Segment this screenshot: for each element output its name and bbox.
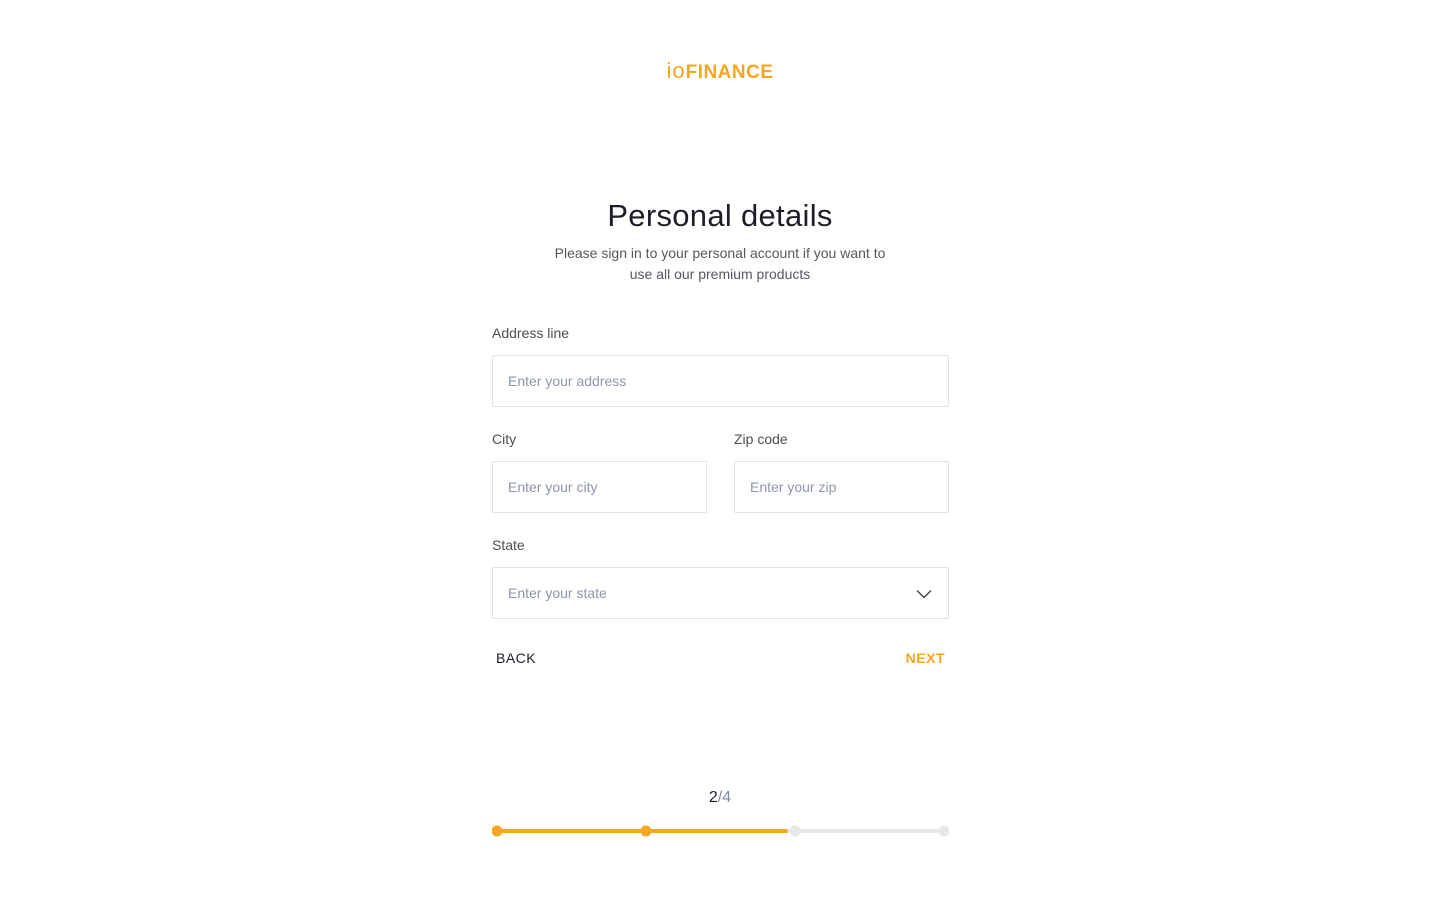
progress-step-dot <box>640 825 652 837</box>
address-label: Address line <box>492 325 570 341</box>
address-input[interactable] <box>508 373 933 389</box>
progress-bar <box>492 825 949 837</box>
city-group: City <box>492 429 707 513</box>
personal-details-form: Address line City Zip code State <box>492 323 949 641</box>
zip-group: Zip code <box>734 429 949 513</box>
progress-step-dot <box>492 825 503 837</box>
state-group: State <box>492 535 949 619</box>
form-actions: BACK NEXT <box>492 648 949 668</box>
progress-step-dot <box>789 825 801 837</box>
progress-step-dot <box>938 825 949 837</box>
state-label: State <box>492 537 525 553</box>
back-button[interactable]: BACK <box>492 648 540 668</box>
logo-suffix: FINANCE <box>685 62 774 83</box>
city-field <box>492 461 707 513</box>
city-input[interactable] <box>508 479 691 495</box>
address-group: Address line <box>492 323 949 407</box>
page-title: Personal details <box>607 198 833 233</box>
step-total: 4 <box>722 789 732 806</box>
logo: ioFINANCE <box>0 58 1440 84</box>
state-input[interactable] <box>508 585 933 601</box>
next-button[interactable]: NEXT <box>902 648 949 668</box>
chevron-down-icon[interactable] <box>916 586 932 602</box>
city-label: City <box>492 431 517 447</box>
zip-field <box>734 461 949 513</box>
zip-label: Zip code <box>734 431 788 447</box>
state-select[interactable] <box>492 567 949 619</box>
page: ioFINANCE Personal details Please sign i… <box>0 0 1440 900</box>
address-field <box>492 355 949 407</box>
step-current: 2 <box>708 789 718 806</box>
step-counter: 2/4 <box>0 789 1440 807</box>
zip-input[interactable] <box>750 479 933 495</box>
logo-prefix: io <box>666 58 686 83</box>
page-subtitle: Please sign in to your personal account … <box>554 245 886 282</box>
city-zip-row: City Zip code <box>492 429 949 535</box>
